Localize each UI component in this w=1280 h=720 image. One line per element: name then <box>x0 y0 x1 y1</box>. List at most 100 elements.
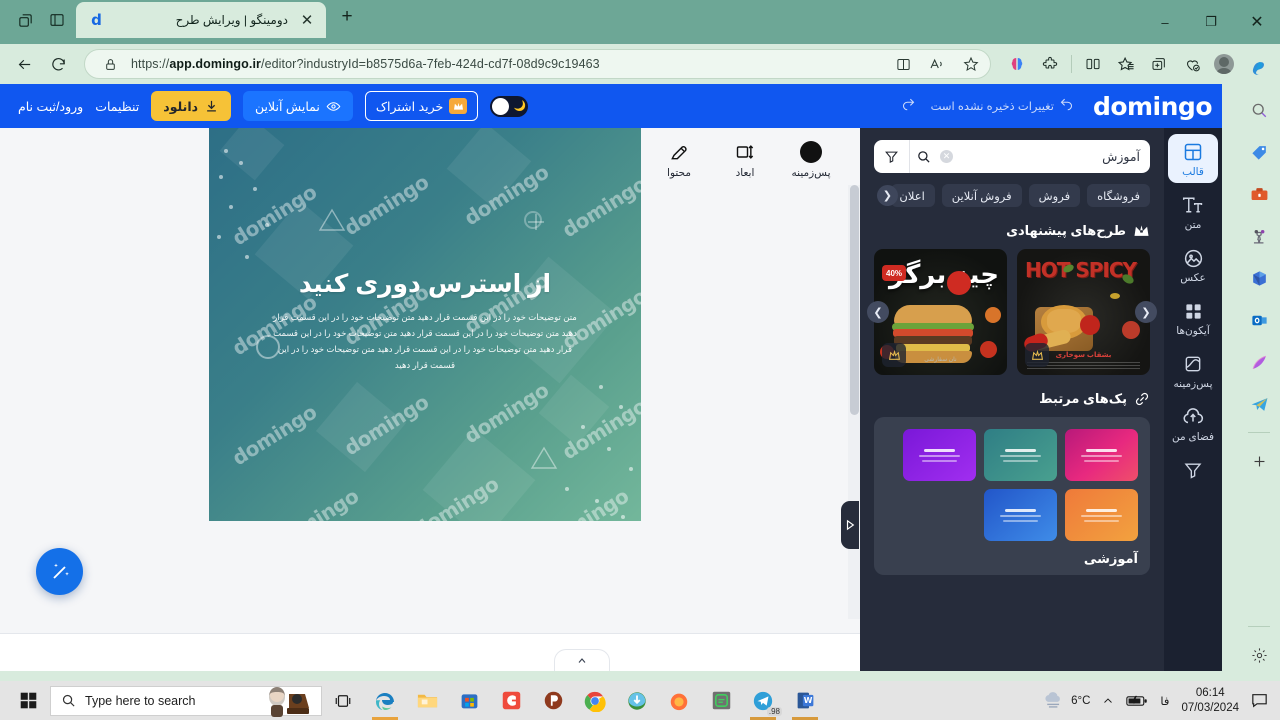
scrollbar-thumb[interactable] <box>850 185 859 415</box>
carousel-next-icon[interactable]: ❯ <box>867 301 889 323</box>
redo-icon[interactable] <box>1059 96 1074 116</box>
artboard[interactable]: domingo domingo domingo domingo domingo … <box>209 128 641 521</box>
notifications-icon[interactable] <box>1251 693 1268 708</box>
pack-thumb[interactable] <box>1065 429 1138 481</box>
search-icon[interactable] <box>1245 96 1273 124</box>
carousel-prev-icon[interactable]: ❮ <box>1135 301 1157 323</box>
language-indicator[interactable]: فا <box>1160 694 1169 708</box>
read-aloud-icon[interactable] <box>924 51 950 77</box>
address-bar[interactable]: https://app.domingo.ir/editor?industryId… <box>84 49 991 79</box>
panel-search-row[interactable]: آموزش ✕ <box>874 140 1150 173</box>
chip-sale[interactable]: فروش <box>1028 184 1081 207</box>
reload-icon[interactable] <box>42 48 74 80</box>
online-preview-button[interactable]: نمایش آنلاین <box>243 91 353 121</box>
close-icon[interactable]: ✕ <box>296 9 318 31</box>
pack-thumb[interactable] <box>984 429 1057 481</box>
template-card-cheese-burger[interactable]: چیز برگر 40% نان سفارشی <box>874 249 1007 375</box>
tab-search-icon[interactable] <box>10 5 40 35</box>
undo-icon[interactable] <box>901 96 916 116</box>
copilot-icon[interactable] <box>1245 54 1273 82</box>
artboard-body-text[interactable]: متن توضیحات خود را در این قسمت قرار دهید… <box>269 309 581 374</box>
dark-mode-toggle[interactable]: 🌙 <box>490 95 529 117</box>
taskbar-microsoft-store[interactable] <box>448 681 490 720</box>
canvas-viewport[interactable]: domingo domingo domingo domingo domingo … <box>0 128 860 619</box>
sidebar-item-image[interactable]: عکس <box>1168 240 1218 289</box>
login-register-link[interactable]: ورود/ثبت نام <box>18 99 83 114</box>
dimensions-tool[interactable]: ابعاد <box>722 140 768 179</box>
sidebar-item-text[interactable]: متن <box>1168 187 1218 236</box>
favorite-star-icon[interactable] <box>958 51 984 77</box>
template-card-hot-spicy[interactable]: HOT SPICY بشقاب سوخاری <box>1017 249 1150 375</box>
taskbar-chrome[interactable] <box>574 681 616 720</box>
back-icon[interactable] <box>8 48 40 80</box>
show-hidden-icons-chevron-icon[interactable] <box>1102 695 1114 707</box>
new-tab-button[interactable]: + <box>336 6 358 28</box>
pack-thumb[interactable] <box>903 429 976 481</box>
taskbar-word[interactable]: W <box>784 681 826 720</box>
tools-icon[interactable] <box>1245 180 1273 208</box>
split-window-icon[interactable] <box>890 51 916 77</box>
copilot-brain-icon[interactable] <box>1001 48 1033 80</box>
pack-thumb[interactable] <box>984 489 1057 541</box>
shopping-tag-icon[interactable] <box>1245 138 1273 166</box>
taskview-button[interactable] <box>322 681 364 720</box>
taskbar-firefox[interactable] <box>658 681 700 720</box>
maximize-button[interactable]: ❐ <box>1188 0 1234 44</box>
collections-icon[interactable] <box>1143 48 1175 80</box>
sidebar-item-icons[interactable]: آیکون‌ها <box>1168 293 1218 342</box>
pack-card[interactable]: آموزشی <box>874 417 1150 575</box>
chip-shop[interactable]: فروشگاه <box>1087 184 1150 207</box>
chip-online-sale[interactable]: فروش آنلاین <box>941 184 1022 207</box>
clear-search-icon[interactable]: ✕ <box>940 150 953 163</box>
app-logo[interactable]: domingo <box>1093 92 1213 121</box>
taskbar-telegram[interactable]: .98 <box>742 681 784 720</box>
minimize-button[interactable]: – <box>1142 0 1188 44</box>
subscribe-button[interactable]: خرید اشتراک <box>364 91 479 121</box>
filter-icon[interactable] <box>874 140 910 173</box>
sidebar-item-background[interactable]: پس‌زمینه <box>1168 346 1218 395</box>
outlook-icon[interactable] <box>1245 306 1273 334</box>
chips-prev-icon[interactable]: ❮ <box>876 185 898 206</box>
telegram-icon[interactable] <box>1245 390 1273 418</box>
taskbar-green-app[interactable] <box>700 681 742 720</box>
search-input[interactable]: آموزش <box>953 149 1140 164</box>
add-sidebar-app-icon[interactable] <box>1245 447 1273 475</box>
pack-thumb[interactable] <box>1065 489 1138 541</box>
sidebar-item-more[interactable] <box>1168 452 1218 486</box>
profile-avatar[interactable] <box>1209 49 1239 79</box>
search-icon[interactable] <box>910 149 936 164</box>
games-icon[interactable] <box>1245 222 1273 250</box>
clock[interactable]: 06:14 07/03/2024 <box>1181 686 1239 715</box>
background-tool[interactable]: پس‌زمینه <box>788 140 834 179</box>
artboard-title[interactable]: از استرس دوری کنید <box>209 269 641 299</box>
clock-date: 07/03/2024 <box>1181 701 1239 714</box>
taskbar-camtasia[interactable] <box>490 681 532 720</box>
split-screen-icon[interactable] <box>1077 48 1109 80</box>
designer-icon[interactable] <box>1245 348 1273 376</box>
office-icon[interactable] <box>1245 264 1273 292</box>
sidebar-item-template[interactable]: قالب <box>1168 134 1218 183</box>
taskbar-file-explorer[interactable] <box>406 681 448 720</box>
favorites-icon[interactable] <box>1110 48 1142 80</box>
vertical-tabs-icon[interactable] <box>42 5 72 35</box>
taskbar-idm[interactable] <box>616 681 658 720</box>
extensions-icon[interactable] <box>1034 48 1066 80</box>
close-window-button[interactable]: ✕ <box>1234 0 1280 44</box>
collapse-panel-handle[interactable] <box>554 649 610 671</box>
sidebar-settings-icon[interactable] <box>1245 641 1273 669</box>
start-button[interactable] <box>6 681 50 720</box>
weather-widget[interactable]: 6°C <box>1043 691 1090 711</box>
content-tool[interactable]: محتوا <box>656 140 702 179</box>
magic-wand-button[interactable] <box>36 548 83 595</box>
battery-charging-icon[interactable] <box>1126 694 1148 708</box>
browser-tab[interactable]: d دومینگو | ویرایش طرح ✕ <box>76 2 326 38</box>
taskbar-potplayer[interactable] <box>532 681 574 720</box>
settings-link[interactable]: تنظیمات <box>95 99 139 114</box>
sidebar-item-my-space[interactable]: فضای من <box>1168 399 1218 448</box>
canvas-scrollbar[interactable] <box>848 185 860 619</box>
taskbar-search[interactable]: Type here to search <box>50 685 322 717</box>
panel-toggle-handle[interactable] <box>841 501 859 549</box>
browser-essentials-icon[interactable] <box>1176 48 1208 80</box>
taskbar-edge[interactable] <box>364 681 406 720</box>
download-button[interactable]: دانلود <box>151 91 232 121</box>
